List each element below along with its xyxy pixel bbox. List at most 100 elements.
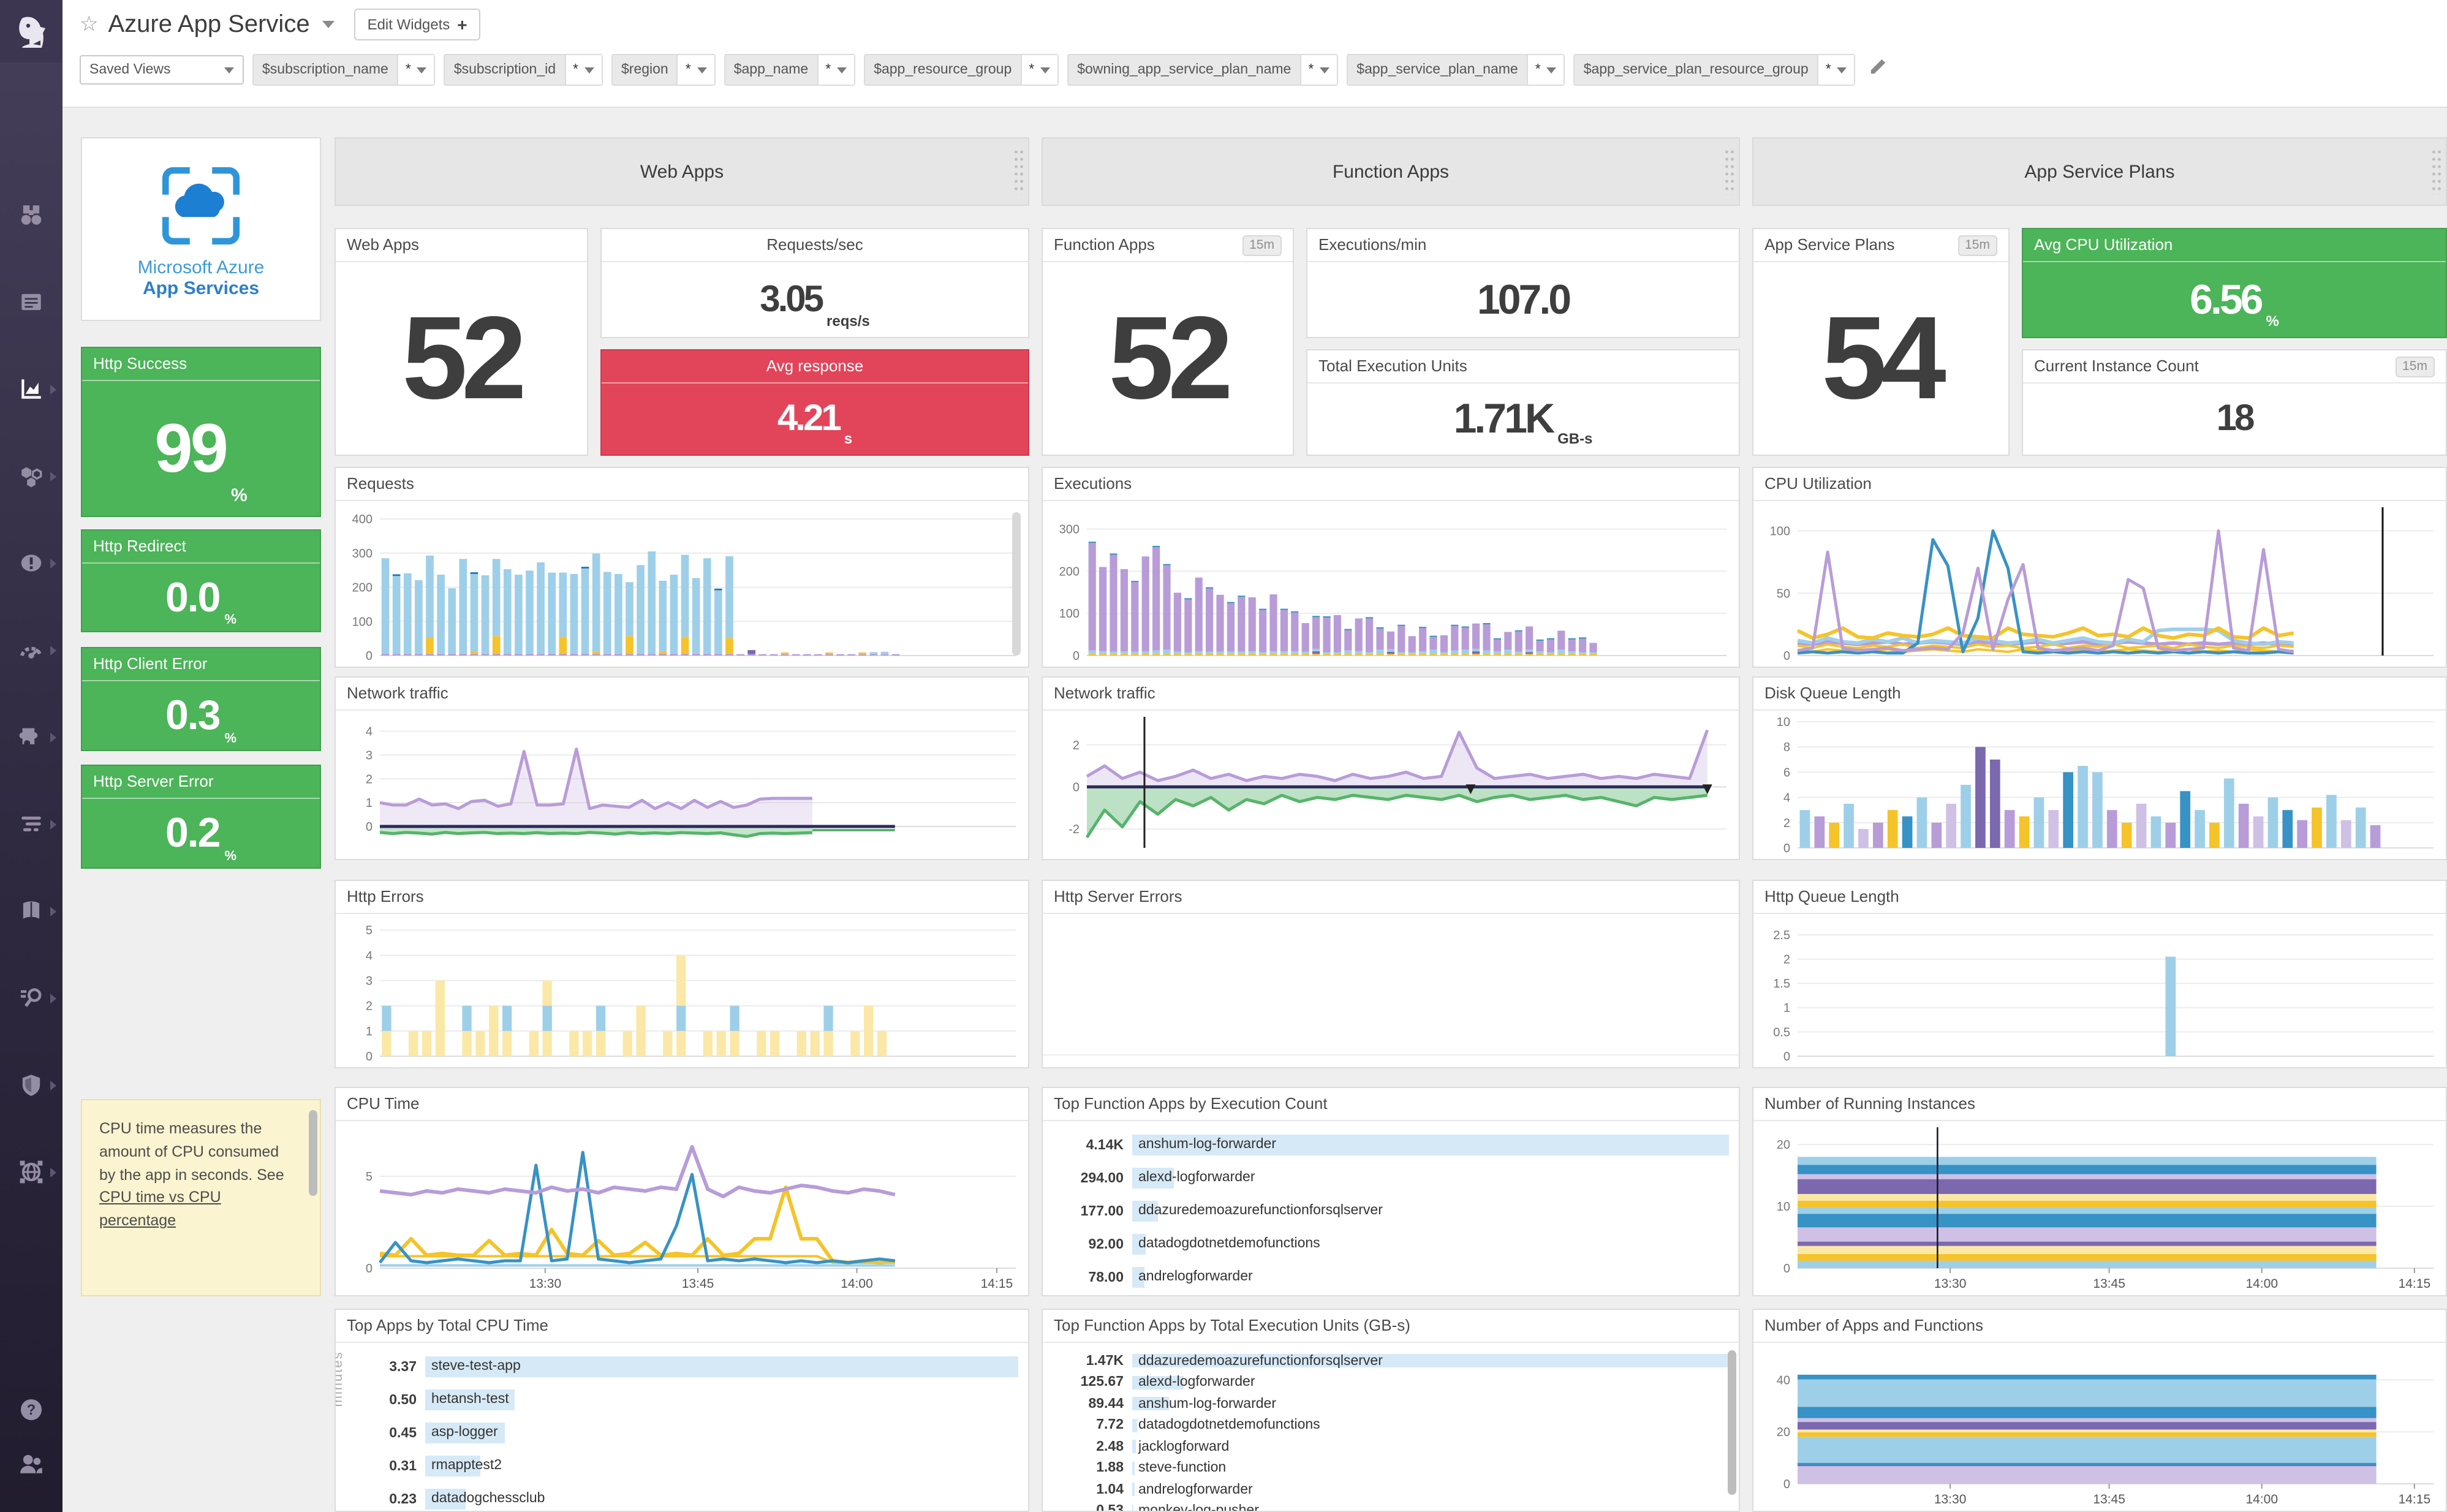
running-instances-chart[interactable]: 0102013:3013:4514:0014:15 — [1753, 1121, 2446, 1296]
var-value[interactable]: * — [397, 55, 434, 85]
toplist-row[interactable]: 89.44anshum-log-forwarder — [1048, 1393, 1729, 1415]
cpu-utilization-chart-widget[interactable]: CPU Utilization 050100 — [1752, 467, 2447, 668]
template-var-region[interactable]: $region* — [611, 54, 716, 86]
sidebar-item-infrastructure[interactable] — [0, 433, 62, 520]
top-fn-exec-units-toplist[interactable]: 1.47Kddazuredemoazurefunctionforsqlserve… — [1043, 1343, 1739, 1511]
http-server-errors-chart-widget[interactable]: Http Server Errors — [1042, 880, 1740, 1068]
avg-response-widget[interactable]: Avg response 4.21s — [600, 349, 1029, 456]
note-widget[interactable]: CPU time measures the amount of CPU cons… — [81, 1099, 321, 1296]
sidebar-item-users[interactable] — [0, 1436, 62, 1490]
toplist-row[interactable]: 0.31rmapptest2 — [341, 1450, 1018, 1483]
var-value[interactable]: * — [817, 55, 854, 85]
var-value[interactable]: * — [564, 55, 602, 85]
function-apps-count-widget[interactable]: Function Apps15m 52 — [1042, 228, 1294, 456]
requests-chart[interactable]: 0100200300400 — [336, 501, 1028, 668]
toplist-row[interactable]: 1.04andrelogforwarder — [1048, 1479, 1729, 1500]
note-scrollbar[interactable] — [309, 1110, 317, 1196]
disk-queue-length-chart[interactable]: 0246810 — [1753, 711, 2446, 860]
network-traffic-web-chart[interactable]: 01234 — [336, 711, 1028, 860]
toplist-row[interactable]: 0.23datadogchessclub — [341, 1483, 1018, 1511]
http-errors-chart-widget[interactable]: Http Errors 012345 — [335, 880, 1029, 1068]
sidebar-item-help[interactable]: ? — [0, 1382, 62, 1436]
top-fn-exec-units-widget[interactable]: Top Function Apps by Total Execution Uni… — [1042, 1309, 1740, 1512]
http-server-error-widget[interactable]: Http Server Error 0.2% — [81, 765, 321, 869]
toplist-row[interactable]: 3.37steve-test-app — [341, 1350, 1018, 1383]
running-instances-widget[interactable]: Number of Running Instances 0102013:3013… — [1752, 1087, 2447, 1296]
sidebar-item-dashboards[interactable] — [0, 346, 62, 433]
template-var-owning_app_service_plan_name[interactable]: $owning_app_service_plan_name* — [1067, 54, 1338, 86]
toplist-row[interactable]: 0.50hetansh-test — [341, 1383, 1018, 1416]
toplist-row[interactable]: 4.14Kanshum-log-forwarder — [1048, 1128, 1729, 1162]
sidebar-item-security[interactable] — [0, 1041, 62, 1128]
requests-chart-widget[interactable]: Requests 0100200300400 — [335, 467, 1029, 668]
cpu-utilization-chart[interactable]: 050100 — [1753, 501, 2446, 668]
sidebar-item-network[interactable] — [0, 1128, 62, 1215]
http-redirect-widget[interactable]: Http Redirect 0.0% — [81, 529, 321, 632]
web-apps-count-widget[interactable]: Web Apps 52 — [335, 228, 588, 456]
network-traffic-fn-widget[interactable]: Network traffic -202 — [1042, 676, 1740, 860]
title-chevron-down-icon[interactable] — [322, 21, 335, 28]
var-value[interactable]: * — [1527, 55, 1564, 85]
toplist-row[interactable]: 125.67alexd-logforwarder — [1048, 1372, 1729, 1393]
var-value[interactable]: * — [677, 55, 714, 85]
var-value[interactable]: * — [1299, 55, 1337, 85]
http-queue-length-widget[interactable]: Http Queue Length 00.511.522.5 — [1752, 880, 2447, 1068]
executions-chart[interactable]: 0100200300 — [1043, 501, 1739, 668]
toplist-row[interactable]: 78.00andrelogforwarder — [1048, 1261, 1729, 1294]
toplist-row[interactable]: 0.53monkey-log-pusher — [1048, 1500, 1729, 1511]
group-header-function-apps[interactable]: Function Apps — [1042, 137, 1740, 206]
sidebar-item-integrations[interactable] — [0, 694, 62, 781]
template-var-app_service_plan_name[interactable]: $app_service_plan_name* — [1347, 54, 1565, 86]
top-fn-exec-count-toplist[interactable]: 4.14Kanshum-log-forwarder294.00alexd-log… — [1043, 1121, 1739, 1295]
apps-functions-widget[interactable]: Number of Apps and Functions 0204013:301… — [1752, 1309, 2447, 1512]
sidebar-item-events[interactable] — [0, 259, 62, 346]
top-apps-cpu-time-toplist[interactable]: minutes3.37steve-test-app0.50hetansh-tes… — [336, 1343, 1028, 1511]
group-header-web-apps[interactable]: Web Apps — [335, 137, 1029, 206]
app-service-plans-count-widget[interactable]: App Service Plans15m 54 — [1752, 228, 2010, 456]
requests-per-sec-widget[interactable]: Requests/sec 3.05reqs/s — [600, 228, 1029, 338]
toplist-row[interactable]: 92.00datadogdotnetdemofunctions — [1048, 1228, 1729, 1261]
http-queue-length-chart[interactable]: 00.511.522.5 — [1753, 914, 2446, 1068]
executions-chart-widget[interactable]: Executions 0100200300 — [1042, 467, 1740, 668]
edit-variables-pencil-icon[interactable] — [1869, 58, 1888, 82]
total-execution-units-widget[interactable]: Total Execution Units 1.71KGB-s — [1306, 349, 1740, 456]
favorite-star-icon[interactable]: ☆ — [80, 12, 99, 37]
sidebar-item-logs[interactable] — [0, 868, 62, 954]
saved-views-select[interactable]: Saved Views — [80, 55, 244, 85]
toplist-row[interactable]: 1.88steve-function — [1048, 1457, 1729, 1479]
template-var-subscription_name[interactable]: $subscription_name* — [252, 54, 436, 86]
group-header-app-service-plans[interactable]: App Service Plans — [1752, 137, 2447, 206]
template-var-app_name[interactable]: $app_name* — [724, 54, 855, 86]
toplist-row[interactable]: 2.48jacklogforward — [1048, 1436, 1729, 1457]
template-var-app_service_plan_resource_group[interactable]: $app_service_plan_resource_group* — [1574, 54, 1856, 86]
edit-widgets-button[interactable]: Edit Widgets + — [354, 9, 481, 40]
http-success-widget[interactable]: Http Success 99% — [81, 347, 321, 517]
toplist-row[interactable]: 294.00alexd-logforwarder — [1048, 1162, 1729, 1195]
cpu-time-chart-widget[interactable]: CPU Time 0513:3013:4514:0014:15 — [335, 1087, 1029, 1296]
azure-logo-widget[interactable]: Microsoft Azure App Services — [81, 137, 321, 321]
top-fn-exec-count-widget[interactable]: Top Function Apps by Execution Count 4.1… — [1042, 1087, 1740, 1296]
drag-handle[interactable] — [2431, 148, 2442, 195]
cpu-time-chart[interactable]: 0513:3013:4514:0014:15 — [336, 1121, 1028, 1296]
top-apps-cpu-time-widget[interactable]: Top Apps by Total CPU Time minutes3.37st… — [335, 1309, 1029, 1512]
toplist-scrollbar[interactable] — [1728, 1350, 1736, 1495]
template-var-app_resource_group[interactable]: $app_resource_group* — [864, 54, 1059, 86]
sidebar-item-synthetics[interactable] — [0, 954, 62, 1041]
var-value[interactable]: * — [1020, 55, 1057, 85]
template-var-subscription_id[interactable]: $subscription_id* — [444, 54, 603, 86]
toplist-row[interactable]: 0.45asp-logger — [341, 1416, 1018, 1450]
drag-handle[interactable] — [1013, 148, 1024, 195]
http-server-errors-chart[interactable] — [1043, 914, 1739, 1068]
sidebar-item-metrics[interactable] — [0, 607, 62, 694]
http-errors-chart[interactable]: 012345 — [336, 914, 1028, 1068]
executions-per-min-widget[interactable]: Executions/min 107.0 — [1306, 228, 1740, 338]
toplist-row[interactable]: 1.47Kddazuredemoazurefunctionforsqlserve… — [1048, 1350, 1729, 1372]
http-client-error-widget[interactable]: Http Client Error 0.3% — [81, 647, 321, 751]
toplist-row[interactable]: 177.00ddazuredemoazurefunctionforsqlserv… — [1048, 1195, 1729, 1228]
current-instance-count-widget[interactable]: Current Instance Count15m 18 — [2022, 349, 2447, 456]
toplist-row[interactable]: 7.72datadogdotnetdemofunctions — [1048, 1415, 1729, 1436]
drag-handle[interactable] — [1724, 148, 1735, 195]
network-traffic-web-widget[interactable]: Network traffic 01234 — [335, 676, 1029, 860]
sidebar-item-binoculars[interactable] — [0, 172, 62, 259]
note-link[interactable]: CPU time vs CPU percentage — [99, 1189, 221, 1230]
